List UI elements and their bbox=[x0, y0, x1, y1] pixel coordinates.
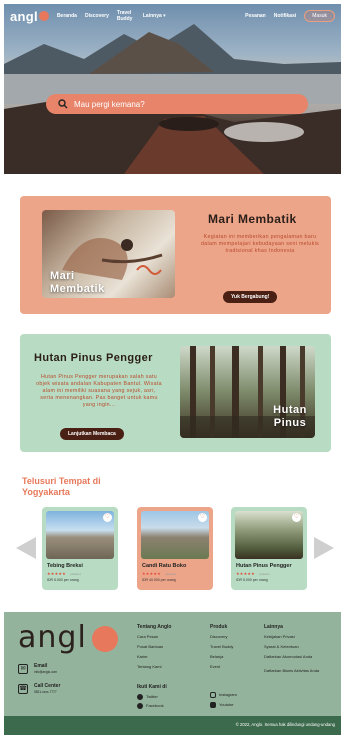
top-navbar: angl Beranda Discovery Travel Buddy Lain… bbox=[4, 4, 341, 28]
instagram-link[interactable]: Instagram bbox=[210, 692, 237, 698]
review-count: (ulasan) bbox=[70, 572, 81, 576]
footer-col-produk-title: Produk bbox=[210, 624, 228, 630]
footer-link[interactable]: Daftarkan Bisnis Aktivitas Anda bbox=[264, 668, 332, 673]
email-icon: ✉ bbox=[18, 664, 28, 674]
footer-link[interactable]: Daftarkan Akomodasi Anda bbox=[264, 654, 332, 659]
place-price: IDR 40.000 per orang bbox=[142, 578, 176, 582]
facebook-icon bbox=[137, 703, 143, 709]
nav-discovery[interactable]: Discovery bbox=[85, 13, 109, 19]
feature2-description: Hutan Pinus Pengger merupakan salah satu… bbox=[36, 374, 162, 408]
youtube-link[interactable]: Youtube bbox=[210, 702, 234, 708]
instagram-label: Instagram bbox=[219, 692, 237, 698]
footer-logo: angl bbox=[18, 620, 87, 655]
footer-logo-mark bbox=[92, 626, 118, 652]
feature1-title: Mari Membatik bbox=[208, 212, 297, 226]
favorite-heart-icon[interactable]: ♡ bbox=[103, 513, 112, 522]
footer-bottom-bar: © 2022, Anglo. Semua hak dilindungi unda… bbox=[4, 716, 341, 735]
favorite-heart-icon[interactable]: ♡ bbox=[292, 513, 301, 522]
email-label: Email bbox=[34, 663, 48, 669]
search-icon bbox=[58, 99, 68, 109]
footer-link[interactable]: Discovery bbox=[210, 634, 228, 639]
place-card-hutan-pinus-pengger[interactable]: ♡ Hutan Pinus Pengger ★★★★★ (ulasan) IDR… bbox=[231, 507, 307, 590]
review-count: (ulasan) bbox=[165, 572, 176, 576]
place-card-candi-ratu-boko[interactable]: ♡ Candi Ratu Boko ★★★★★ (ulasan) IDR 40.… bbox=[137, 507, 213, 590]
search-bar[interactable]: Mau pergi kemana? bbox=[46, 94, 308, 114]
place-name: Candi Ratu Boko bbox=[142, 563, 187, 569]
footer-link[interactable]: Pusat Bantuan bbox=[137, 644, 163, 649]
footer-link[interactable]: Syarat & Ketentuan bbox=[264, 644, 332, 649]
favorite-heart-icon[interactable]: ♡ bbox=[198, 513, 207, 522]
membatik-photo-label: Mari Membatik bbox=[50, 270, 105, 295]
membatik-photo: Mari Membatik bbox=[42, 210, 175, 298]
footer-link[interactable]: Event bbox=[210, 664, 220, 669]
anglo-logo[interactable]: angl bbox=[10, 9, 49, 24]
rating-stars: ★★★★★ bbox=[142, 571, 161, 576]
rating-stars: ★★★★★ bbox=[236, 571, 255, 576]
place-card-tebing-breksi[interactable]: ♡ Tebing Breksi ★★★★★ (ulasan) IDR 5.000… bbox=[42, 507, 118, 590]
review-count: (ulasan) bbox=[259, 572, 270, 576]
twitter-label: Twitter bbox=[146, 694, 158, 700]
lanjutkan-membaca-button[interactable]: Lanjutkan Membaca bbox=[60, 428, 124, 440]
search-input[interactable]: Mau pergi kemana? bbox=[74, 100, 145, 109]
footer-col-tentang-title: Tentang Anglo bbox=[137, 624, 172, 630]
copyright-text: © 2022, Anglo. Semua hak dilindungi unda… bbox=[235, 722, 335, 727]
hutan-pinus-photo: Hutan Pinus bbox=[180, 346, 315, 438]
nav-notifikasi[interactable]: Notifikasi bbox=[274, 13, 297, 19]
youtube-label: Youtube bbox=[219, 702, 234, 708]
nav-beranda[interactable]: Beranda bbox=[57, 13, 77, 19]
callcenter-label: Call Center bbox=[34, 683, 61, 689]
footer-link[interactable]: Cara Pesan bbox=[137, 634, 158, 639]
feature2-title: Hutan Pinus Pengger bbox=[34, 352, 153, 364]
footer-link[interactable]: Tentang Kami bbox=[137, 664, 161, 669]
facebook-link[interactable]: Facebook bbox=[137, 703, 164, 709]
footer-col-lainnya-title: Lainnya bbox=[264, 624, 283, 630]
twitter-icon bbox=[137, 694, 143, 700]
rating-stars: ★★★★★ bbox=[47, 571, 66, 576]
youtube-icon bbox=[210, 702, 216, 708]
nav-lainnya-dropdown[interactable]: Lainnya ▾ bbox=[143, 13, 166, 19]
carousel-next-arrow[interactable] bbox=[314, 537, 334, 559]
feature-card-membatik: Mari Membatik Mari Membatik Kegiatan ini… bbox=[20, 196, 331, 314]
phone-icon: ☎ bbox=[18, 684, 28, 694]
mountain-landscape-image bbox=[4, 24, 341, 174]
nav-travel-buddy[interactable]: Travel Buddy bbox=[117, 10, 135, 22]
callcenter-value[interactable]: 0821-xxxx-7777 bbox=[34, 690, 57, 695]
login-button[interactable]: Masuk bbox=[304, 10, 335, 22]
place-name: Tebing Breksi bbox=[47, 563, 83, 569]
footer-link[interactable]: Travel Buddy bbox=[210, 644, 233, 649]
instagram-icon bbox=[210, 692, 216, 698]
footer-link[interactable]: Karier bbox=[137, 654, 148, 659]
footer: angl ✉ Email info@anglo.com ☎ Call Cente… bbox=[4, 612, 341, 716]
footer-link[interactable]: Belanja bbox=[210, 654, 223, 659]
email-value[interactable]: info@anglo.com bbox=[34, 670, 57, 675]
feature-card-hutan-pinus: Hutan Pinus Pengger Hutan Pinus Pengger … bbox=[20, 334, 331, 452]
facebook-label: Facebook bbox=[146, 703, 164, 709]
place-name: Hutan Pinus Pengger bbox=[236, 563, 292, 569]
hutan-pinus-photo-label: Hutan Pinus bbox=[273, 404, 307, 429]
yuk-bergabung-button[interactable]: Yuk Bergabung! bbox=[223, 291, 278, 303]
carousel-prev-arrow[interactable] bbox=[16, 537, 36, 559]
place-price: IDR 5.000 per orang bbox=[47, 578, 79, 582]
footer-link[interactable]: Kebijakan Privasi bbox=[264, 634, 332, 639]
nav-pesanan[interactable]: Pesanan bbox=[245, 13, 266, 19]
twitter-link[interactable]: Twitter bbox=[137, 694, 158, 700]
place-price: IDR 5.000 per orang bbox=[236, 578, 268, 582]
follow-title: Ikuti Kami di bbox=[137, 684, 167, 690]
feature1-description: Kegiatan ini memberikan pengalaman baru … bbox=[201, 234, 319, 254]
explore-section-title: Telusuri Tempat di Yogyakarta bbox=[22, 476, 101, 497]
hero-banner: angl Beranda Discovery Travel Buddy Lain… bbox=[4, 4, 341, 174]
